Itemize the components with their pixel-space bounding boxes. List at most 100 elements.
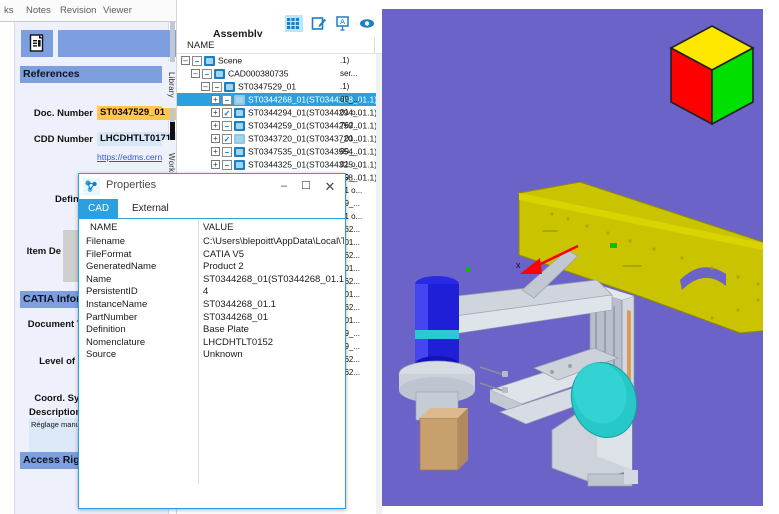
property-row[interactable]: PartNumber ST0344268_01 (80, 312, 344, 325)
property-value: C:\Users\blepoitt\AppData\Local\Te (203, 236, 344, 247)
tree-clipped-value: 89_... (340, 95, 361, 104)
maximize-icon[interactable]: ☐ (295, 178, 317, 195)
collapse-icon[interactable]: – (201, 82, 210, 92)
tree-clipped-value: 89_... (340, 173, 361, 182)
collapse-icon[interactable]: – (181, 56, 190, 66)
3d-viewport[interactable]: x (382, 0, 779, 514)
tree-clipped-value: 89_... (340, 147, 361, 156)
tree-clipped-value: 762... (340, 303, 361, 312)
collapse-icon[interactable]: – (191, 69, 200, 79)
tree-clipped-value: 762... (340, 368, 361, 377)
axis-marker-y (610, 243, 617, 248)
property-value: 4 (203, 286, 209, 298)
property-row[interactable]: Definition Base Plate (80, 324, 344, 337)
tree-clipped-value: 89_... (340, 329, 361, 338)
menu-item-links[interactable]: ks (4, 5, 14, 16)
annotation-icon[interactable]: A (334, 15, 352, 32)
expand-icon[interactable]: + (211, 160, 220, 170)
part-cube-icon (234, 120, 245, 131)
property-row[interactable]: Filename C:\Users\blepoitt\AppData\Local\… (80, 236, 344, 249)
minimize-icon[interactable]: – (273, 178, 295, 195)
svg-text:A: A (340, 17, 345, 26)
checkbox-checked-icon[interactable]: ✓ (222, 107, 232, 118)
axis-label-x: x (516, 260, 521, 270)
part-cube-icon (234, 107, 245, 118)
property-name: PartNumber (86, 311, 138, 323)
tree-clipped-value: 01 o... (340, 212, 363, 221)
expand-icon[interactable]: + (211, 108, 220, 118)
dialog-titlebar[interactable]: Properties – ☐ ✕ (79, 174, 345, 199)
properties-rows: Filename C:\Users\blepoitt\AppData\Local\… (80, 236, 344, 362)
property-row[interactable]: PersistentID 4 (80, 286, 344, 299)
side-tab-library[interactable]: Library (162, 62, 176, 108)
properties-grid[interactable]: NAME VALUE Filename C:\Users\blepoitt\App… (80, 220, 344, 484)
tree-clipped-value: _01... (340, 316, 361, 325)
edit-note-icon[interactable] (310, 15, 328, 32)
checkbox-partial-icon[interactable]: – (222, 146, 232, 157)
tree-clipped-value: _01... (340, 264, 361, 273)
document-icon[interactable] (21, 30, 53, 57)
close-icon[interactable]: ✕ (319, 178, 341, 195)
grid-header-value: VALUE (203, 222, 234, 233)
property-row[interactable]: InstanceName ST0344268_01.1 (80, 299, 344, 312)
checkbox-partial-icon[interactable]: – (202, 68, 212, 79)
part-cube-icon (234, 146, 245, 157)
expand-icon[interactable]: + (211, 134, 220, 144)
menu-item-viewer[interactable]: Viewer (103, 5, 132, 16)
tree-clipped-value: 762... (340, 121, 361, 130)
expand-icon[interactable]: + (211, 95, 220, 105)
viewport-top-margin (382, 0, 779, 9)
item-description-label: Item De (26, 246, 61, 257)
menu-item-revision[interactable]: Revision (60, 5, 96, 16)
expand-icon[interactable]: + (211, 121, 220, 131)
property-value: ST0344268_01(ST0344268_01.1) (203, 273, 344, 285)
tree-column-divider[interactable] (374, 38, 375, 53)
tree-clipped-value: _01... (340, 290, 361, 299)
property-row[interactable]: Nomenclature LHCDHTLT0152 (80, 337, 344, 350)
property-row[interactable]: Source Unknown (80, 349, 344, 362)
doc-number-value[interactable]: ST0347529_01 (97, 106, 176, 120)
checkbox-partial-icon[interactable]: – (212, 81, 222, 92)
screw-head-parts (502, 371, 508, 393)
tree-clipped-value: 01 o... (340, 160, 363, 169)
app-root: ks Notes Revision Viewer References Doc.… (0, 0, 779, 514)
dialog-title: Properties (106, 179, 157, 191)
document-title-bar (58, 30, 176, 57)
assembly-header: Assembly (177, 11, 383, 40)
tab-external[interactable]: External (123, 199, 178, 219)
properties-dialog[interactable]: Properties – ☐ ✕ CAD External NAME VALUE… (78, 173, 346, 509)
tree-clipped-value: 01 o... (340, 108, 363, 117)
property-value: ST0344268_01.1 (203, 298, 276, 310)
tree-node-label: CAD000380735 (228, 68, 289, 79)
property-value: Product 2 (203, 261, 244, 273)
navigation-cube[interactable] (669, 24, 755, 133)
section-header-references-label: References (23, 68, 80, 80)
checkbox-partial-icon[interactable]: – (222, 159, 232, 170)
checkbox-partial-icon[interactable]: – (222, 120, 232, 131)
properties-grid-header: NAME VALUE (80, 220, 344, 236)
tree-clipped-value: 762... (340, 225, 361, 234)
tab-cad[interactable]: CAD (79, 199, 119, 219)
viewport-right-margin (763, 0, 779, 514)
doc-number-label: Doc. Number (33, 108, 93, 119)
property-value: LHCDHTLT0152 (203, 336, 274, 348)
property-row[interactable]: Name ST0344268_01(ST0344268_01.1) (80, 274, 344, 287)
tree-clipped-value: _01... (340, 238, 361, 247)
section-header-references: References (20, 66, 176, 83)
dialog-tabs: CAD External (79, 199, 345, 219)
properties-app-icon (83, 178, 100, 195)
part-cube-icon (204, 55, 215, 66)
checkbox-partial-icon[interactable]: – (222, 94, 232, 105)
property-row[interactable]: GeneratedName Product 2 (80, 261, 344, 274)
property-row[interactable]: FileFormat CATIA V5 (80, 249, 344, 262)
expand-icon[interactable]: + (211, 147, 220, 157)
checkbox-partial-icon[interactable]: – (192, 55, 202, 66)
checkbox-checked-icon[interactable]: ✓ (222, 133, 232, 144)
cdd-number-label: CDD Number (33, 134, 93, 145)
property-name: Name (86, 273, 112, 285)
menu-item-notes[interactable]: Notes (26, 5, 51, 16)
eye-icon[interactable] (358, 15, 376, 32)
property-value: Base Plate (203, 324, 249, 336)
tree-clipped-value: 762... (340, 355, 361, 364)
grid-icon[interactable] (285, 15, 303, 32)
